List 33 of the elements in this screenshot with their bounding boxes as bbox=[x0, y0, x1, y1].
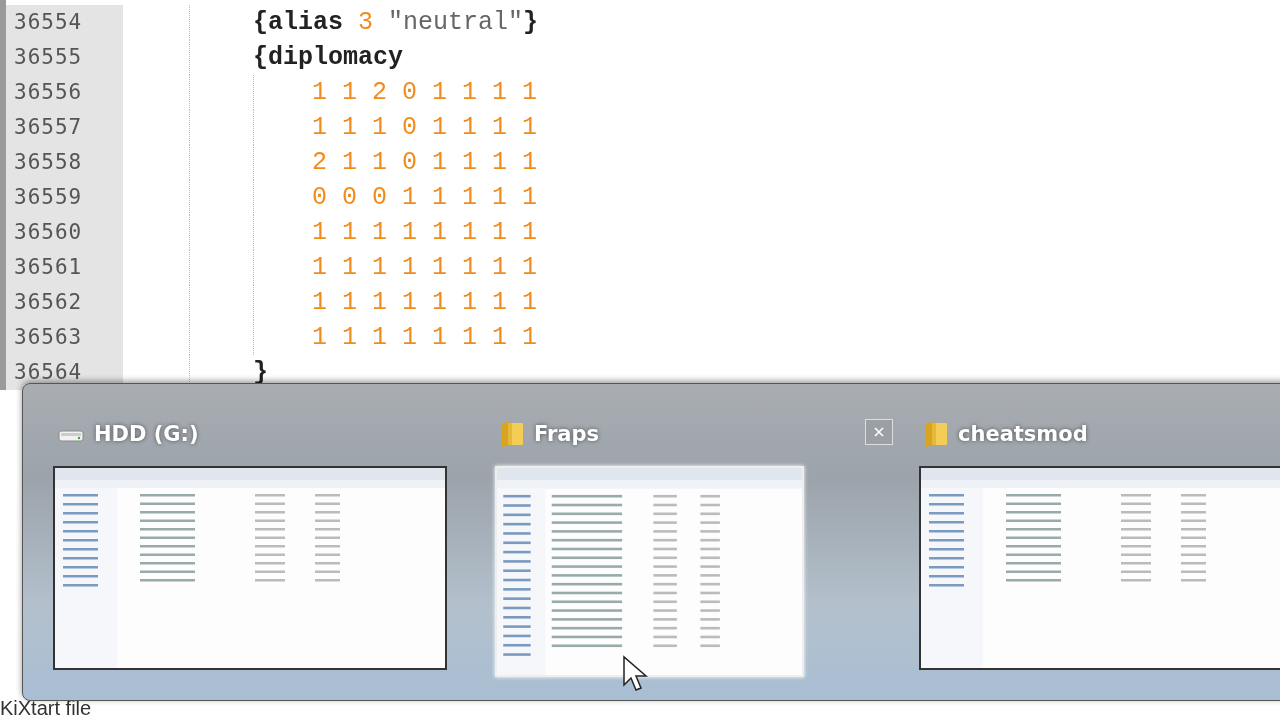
line-number: 36563 bbox=[6, 320, 123, 355]
code-number: 1 1 2 0 1 1 1 1 bbox=[312, 78, 538, 107]
window-thumbnail[interactable] bbox=[53, 466, 447, 670]
folder-icon bbox=[924, 420, 948, 448]
line-number: 36554 bbox=[6, 5, 123, 40]
line-number: 36561 bbox=[6, 250, 123, 285]
code-number: 1 1 1 1 1 1 1 1 bbox=[312, 253, 538, 282]
code-number: 2 1 1 0 1 1 1 1 bbox=[312, 148, 538, 177]
close-button[interactable] bbox=[865, 419, 893, 445]
line-number: 36562 bbox=[6, 285, 123, 320]
window-title: Fraps bbox=[534, 422, 600, 446]
code-text: } bbox=[523, 8, 539, 37]
line-number: 36556 bbox=[6, 75, 123, 110]
window-title: cheatsmod bbox=[958, 422, 1088, 446]
code-number: 1 1 1 1 1 1 1 1 bbox=[312, 288, 538, 317]
folder-icon bbox=[500, 420, 524, 448]
code-number: 1 1 1 1 1 1 1 1 bbox=[312, 218, 538, 247]
code-text: {alias bbox=[253, 8, 343, 37]
code-number: 0 0 0 1 1 1 1 1 bbox=[312, 183, 538, 212]
code-string: "neutral" bbox=[388, 8, 524, 37]
code-number: 3 bbox=[358, 8, 374, 37]
close-icon bbox=[873, 426, 885, 438]
line-number: 36560 bbox=[6, 215, 123, 250]
line-number: 36557 bbox=[6, 110, 123, 145]
window-thumbnail[interactable] bbox=[919, 466, 1280, 670]
line-number: 36558 bbox=[6, 145, 123, 180]
line-number: 36555 bbox=[6, 40, 123, 75]
code-text: {diplomacy bbox=[253, 43, 404, 72]
line-number: 36559 bbox=[6, 180, 123, 215]
code-number: 1 1 1 0 1 1 1 1 bbox=[312, 113, 538, 142]
code-number: 1 1 1 1 1 1 1 1 bbox=[312, 323, 538, 352]
file-type-label: KiXtart file bbox=[0, 697, 92, 719]
window-title: HDD (G:) bbox=[94, 422, 199, 446]
